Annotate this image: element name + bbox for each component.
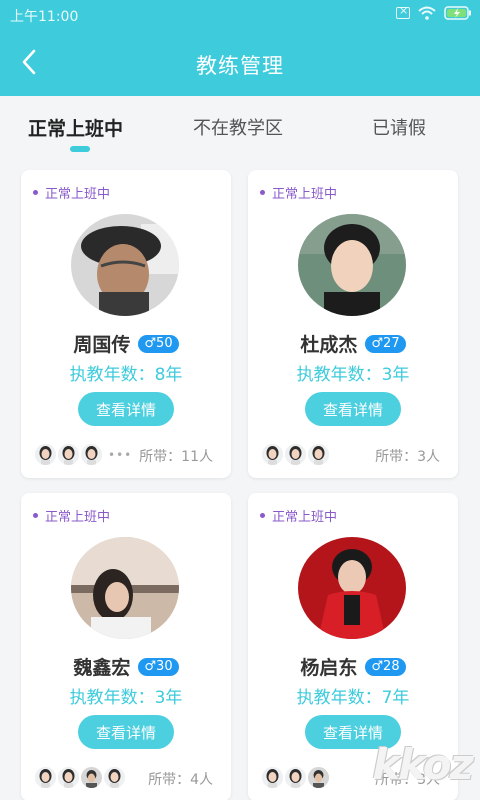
status-label: 正常上班中: [272, 510, 338, 525]
status-dot-icon: [33, 513, 38, 518]
coach-name: 周国传: [73, 334, 131, 356]
student-count: 所带：11人: [139, 449, 213, 465]
status-label: 正常上班中: [272, 187, 338, 202]
status-badge: 正常上班中: [33, 183, 110, 202]
tab-out-of-area[interactable]: 不在教学区: [193, 114, 283, 140]
teaching-years: 执教年数：8年: [69, 365, 183, 385]
view-details-button[interactable]: 查看详情: [78, 715, 174, 749]
active-tab-indicator: [70, 146, 90, 152]
age-badge: ♂50: [138, 334, 179, 353]
avatar: [298, 214, 406, 316]
status-dot-icon: [33, 190, 38, 195]
status-badge: 正常上班中: [260, 506, 337, 525]
student-avatars: [260, 442, 331, 467]
name-row: 杜成杰 ♂27: [248, 330, 458, 357]
student-count: 所带：3人: [375, 449, 440, 465]
student-avatar: [260, 765, 285, 790]
student-avatar: [306, 765, 331, 790]
status-label: 正常上班中: [45, 187, 111, 202]
teaching-years: 执教年数：3年: [296, 365, 410, 385]
student-avatars: [33, 765, 127, 790]
student-avatar: [56, 442, 81, 467]
no-sim-icon: [396, 4, 410, 19]
coach-card[interactable]: 正常上班中 杜成杰 ♂27 执教年数：3年 查看详情 所带：3人: [248, 170, 458, 478]
more-students-icon: •••: [108, 447, 133, 462]
student-avatar: [260, 442, 285, 467]
view-details-button[interactable]: 查看详情: [78, 392, 174, 426]
student-avatar: [56, 765, 81, 790]
coach-card[interactable]: 正常上班中 周国传 ♂50 执教年数：8年 查看详情 ••• 所带：11人: [21, 170, 231, 478]
age-badge: ♂28: [365, 657, 406, 676]
page-title: 教练管理: [196, 54, 284, 78]
age-badge: ♂27: [365, 334, 406, 353]
name-row: 魏鑫宏 ♂30: [21, 653, 231, 680]
student-avatar: [33, 765, 58, 790]
student-avatars: •••: [33, 442, 132, 467]
wifi-icon: [418, 6, 436, 20]
watermark-logo: kkoz: [372, 740, 474, 789]
view-details-button[interactable]: 查看详情: [305, 392, 401, 426]
student-avatar: [79, 442, 104, 467]
status-badge: 正常上班中: [260, 183, 337, 202]
tab-on-duty[interactable]: 正常上班中: [28, 114, 123, 141]
header-bar: 上午11:00 教练管理: [0, 0, 480, 96]
status-dot-icon: [260, 513, 265, 518]
status-bar: 上午11:00: [0, 0, 480, 30]
student-avatar: [79, 765, 104, 790]
status-icons: [396, 4, 472, 20]
status-time: 上午11:00: [10, 9, 79, 25]
student-avatar: [102, 765, 127, 790]
battery-charging-icon: [444, 6, 472, 20]
name-row: 周国传 ♂50: [21, 330, 231, 357]
student-avatar: [283, 765, 308, 790]
coach-name: 魏鑫宏: [73, 657, 131, 679]
avatar: [71, 537, 179, 639]
name-row: 杨启东 ♂28: [248, 653, 458, 680]
teaching-years: 执教年数：3年: [69, 688, 183, 708]
student-avatar: [306, 442, 331, 467]
status-badge: 正常上班中: [33, 506, 110, 525]
student-count: 所带：4人: [148, 772, 213, 788]
tab-on-leave[interactable]: 已请假: [372, 114, 426, 140]
coach-name: 杜成杰: [300, 334, 358, 356]
status-dot-icon: [260, 190, 265, 195]
student-avatar: [33, 442, 58, 467]
avatar: [71, 214, 179, 316]
tab-bar: 正常上班中 不在教学区 已请假: [0, 96, 480, 160]
student-avatars: [260, 765, 331, 790]
avatar: [298, 537, 406, 639]
coach-card[interactable]: 正常上班中 魏鑫宏 ♂30 执教年数：3年 查看详情 所带：4人: [21, 493, 231, 800]
status-label: 正常上班中: [45, 510, 111, 525]
student-avatar: [283, 442, 308, 467]
age-badge: ♂30: [138, 657, 179, 676]
coach-name: 杨启东: [300, 657, 358, 679]
teaching-years: 执教年数：7年: [296, 688, 410, 708]
